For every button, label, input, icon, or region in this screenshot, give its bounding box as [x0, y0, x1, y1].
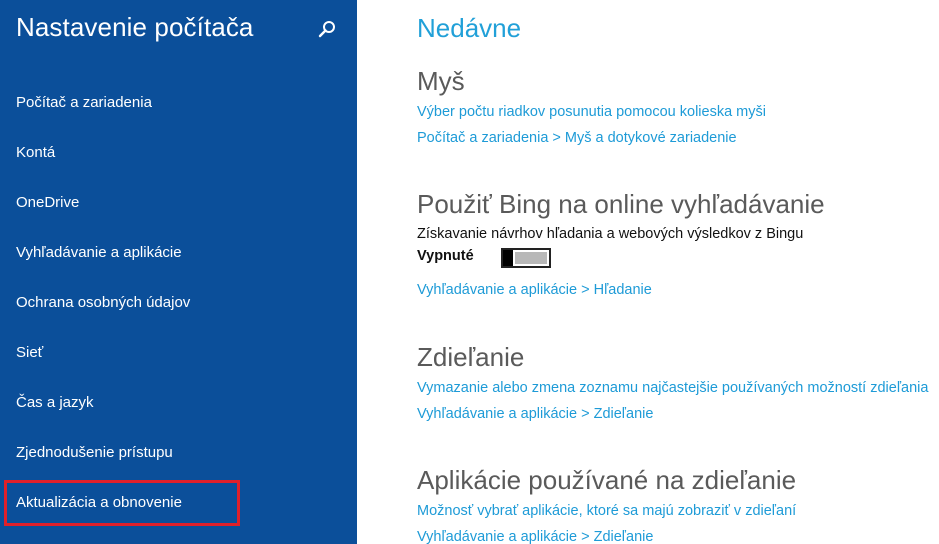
sidebar-item-pc-and-devices[interactable]: Počítač a zariadenia [0, 78, 357, 128]
setting-link[interactable]: Vymazanie alebo zmena zoznamu najčastejš… [417, 375, 939, 401]
pc-settings-window: Nastavenie počítača Počítač a zariadenia… [0, 0, 939, 544]
highlight-box [4, 480, 240, 526]
section-heading: Myš [417, 66, 465, 96]
breadcrumb-link[interactable]: Vyhľadávanie a aplikácie > Zdieľanie [417, 524, 939, 544]
sidebar-item-accounts[interactable]: Kontá [0, 128, 357, 178]
setting-link[interactable]: Možnosť vybrať aplikácie, ktoré sa majú … [417, 498, 939, 524]
section-mouse: Myš Výber počtu riadkov posunutia pomoco… [417, 65, 939, 151]
section-bing: Použiť Bing na online vyhľadávanie Získa… [417, 188, 939, 303]
sidebar-item-label: Vyhľadávanie a aplikácie [16, 244, 182, 261]
sidebar-item-label: OneDrive [16, 194, 80, 211]
sidebar-item-search-and-apps[interactable]: Vyhľadávanie a aplikácie [0, 228, 357, 278]
main-content: Nedávne Myš Výber počtu riadkov posunuti… [417, 0, 939, 544]
sidebar-item-label: Kontá [16, 144, 56, 161]
toggle-track [515, 252, 547, 264]
sidebar-item-ease-of-access[interactable]: Zjednodušenie prístupu [0, 428, 357, 478]
sidebar-item-label: Ochrana osobných údajov [16, 294, 191, 311]
sidebar-item-label: Čas a jazyk [16, 394, 94, 411]
toggle-state-label: Vypnuté [417, 248, 474, 264]
sidebar: Nastavenie počítača Počítač a zariadenia… [0, 0, 357, 544]
search-icon[interactable] [318, 20, 336, 38]
breadcrumb-link[interactable]: Počítač a zariadenia > Myš a dotykové za… [417, 125, 939, 151]
page-title: Nedávne [417, 13, 522, 43]
section-sharing: Zdieľanie Vymazanie alebo zmena zoznamu … [417, 341, 939, 427]
sidebar-item-network[interactable]: Sieť [0, 328, 357, 378]
sidebar-title: Nastavenie počítača [16, 12, 254, 42]
sidebar-item-time-and-language[interactable]: Čas a jazyk [0, 378, 357, 428]
setting-link[interactable]: Výber počtu riadkov posunutia pomocou ko… [417, 99, 939, 125]
sidebar-item-privacy[interactable]: Ochrana osobných údajov [0, 278, 357, 328]
section-share-apps: Aplikácie používané na zdieľanie Možnosť… [417, 464, 939, 544]
section-heading: Zdieľanie [417, 342, 525, 372]
breadcrumb-link[interactable]: Vyhľadávanie a aplikácie > Hľadanie [417, 277, 939, 303]
sidebar-item-label: Sieť [16, 344, 44, 361]
setting-description: Získavanie návrhov hľadania a webových v… [417, 226, 804, 242]
sidebar-item-label: Zjednodušenie prístupu [16, 444, 173, 461]
breadcrumb-link[interactable]: Vyhľadávanie a aplikácie > Zdieľanie [417, 401, 939, 427]
sidebar-item-onedrive[interactable]: OneDrive [0, 178, 357, 228]
toggle-thumb [503, 250, 513, 266]
section-heading: Použiť Bing na online vyhľadávanie [417, 189, 825, 219]
sidebar-item-update-and-recovery[interactable]: Aktualizácia a obnovenie [0, 478, 357, 528]
sidebar-nav: Počítač a zariadenia Kontá OneDrive Vyhľ… [0, 78, 357, 528]
bing-toggle-switch[interactable] [501, 248, 551, 268]
sidebar-item-label: Počítač a zariadenia [16, 94, 152, 111]
bing-toggle-row: Vypnuté [417, 245, 939, 271]
section-heading: Aplikácie používané na zdieľanie [417, 465, 797, 495]
